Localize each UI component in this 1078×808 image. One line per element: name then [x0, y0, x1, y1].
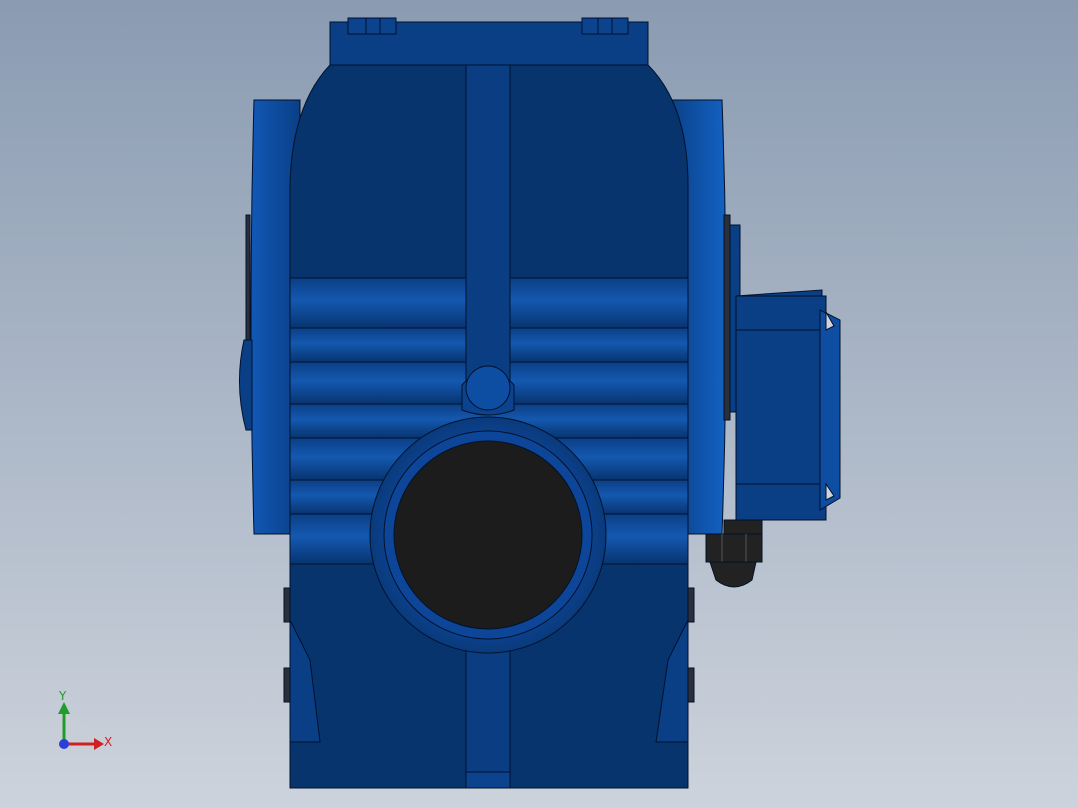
side-lug-right-top: [687, 587, 695, 623]
y-axis-label: Y: [58, 689, 67, 703]
top-bolt-left: [347, 17, 397, 35]
z-axis-icon: [59, 739, 69, 749]
top-bolt-right: [581, 17, 629, 35]
x-axis-label: X: [104, 735, 112, 749]
cad-viewport[interactable]: X Y: [0, 0, 1078, 808]
side-lug-left-top: [283, 587, 291, 623]
side-lug-left-bottom: [283, 667, 291, 703]
center-rib-upper: [465, 64, 511, 396]
terminal-box-lid: [819, 309, 841, 511]
right-flange-edge: [723, 214, 731, 421]
side-lug-right-bottom: [687, 667, 695, 703]
center-rib-lower: [465, 639, 511, 789]
gearbox-model-view: X Y: [0, 0, 1078, 808]
output-shaft-bore[interactable]: [393, 440, 583, 630]
vent-plug-icon[interactable]: [465, 365, 511, 411]
center-rib-base: [465, 771, 511, 789]
